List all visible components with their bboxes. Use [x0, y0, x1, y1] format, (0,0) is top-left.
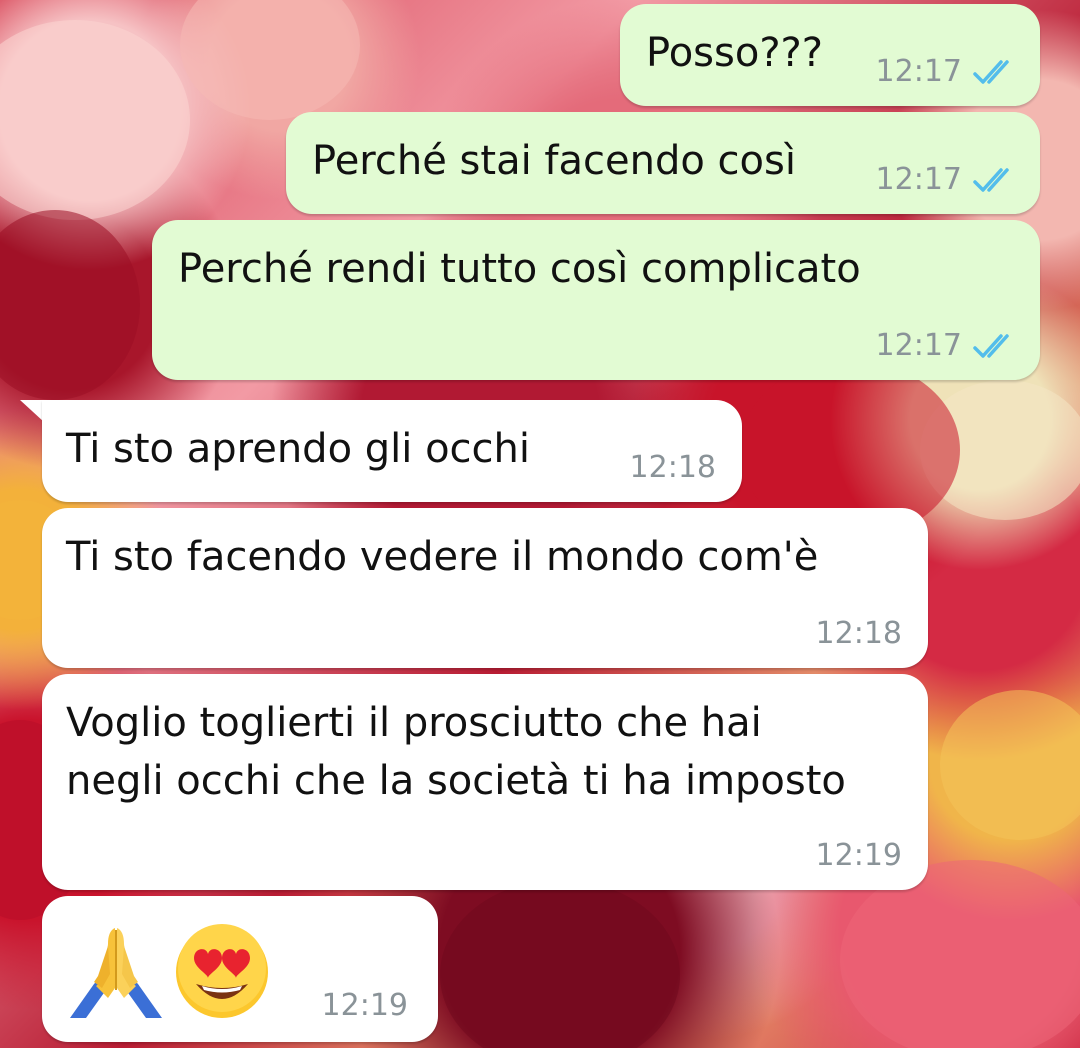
message-text-line: negli occhi che la società ti ha imposto	[66, 758, 846, 804]
message-meta: 12:18	[630, 450, 716, 486]
message-text: Ti sto aprendo gli occhi	[66, 426, 531, 472]
message-meta: 12:18	[816, 616, 902, 652]
message-time: 12:17	[875, 162, 962, 197]
message-time: 12:17	[875, 54, 962, 89]
message-text: Ti sto facendo vedere il mondo com'è	[66, 534, 819, 580]
message-meta: 12:17	[876, 328, 1018, 364]
message-bubble-incoming[interactable]: 12:19	[42, 896, 438, 1042]
message-bubble-outgoing[interactable]: Perché rendi tutto così complicato 12:17	[152, 220, 1040, 380]
message-bubble-outgoing[interactable]: Perché stai facendo così 12:17	[286, 112, 1040, 214]
message-meta: 12:19	[816, 838, 902, 874]
wallpaper-flower	[180, 0, 360, 120]
message-text: Perché rendi tutto così complicato	[178, 246, 861, 292]
message-text: Perché stai facendo così	[312, 138, 796, 184]
message-time: 12:19	[815, 838, 902, 873]
message-meta: 12:17	[876, 54, 1018, 90]
message-bubble-incoming[interactable]: Voglio toglierti il prosciutto che hai n…	[42, 674, 928, 890]
message-bubble-outgoing[interactable]: Posso??? 12:17	[620, 4, 1040, 106]
bubble-tail	[20, 400, 44, 422]
message-time: 12:19	[321, 988, 408, 1023]
wallpaper-flower	[0, 20, 190, 220]
wallpaper-flower	[440, 880, 680, 1048]
message-bubble-incoming[interactable]: Ti sto aprendo gli occhi 12:18	[42, 400, 742, 502]
double-check-read-icon	[973, 334, 1009, 358]
double-check-read-icon	[973, 60, 1009, 84]
wallpaper-flower	[0, 210, 140, 400]
message-meta: 12:19	[322, 988, 408, 1024]
message-time: 12:18	[815, 616, 902, 651]
message-meta: 12:17	[876, 162, 1018, 198]
smiling-face-with-heart-eyes-emoji-icon	[176, 924, 268, 1018]
message-text-line: Voglio toglierti il prosciutto che hai	[66, 700, 762, 746]
double-check-read-icon	[973, 168, 1009, 192]
message-time: 12:17	[875, 328, 962, 363]
wallpaper-flower	[940, 690, 1080, 840]
message-time: 12:18	[629, 450, 716, 485]
message-text: Posso???	[646, 30, 824, 76]
emoji-row	[64, 918, 272, 1022]
folded-hands-emoji-icon	[70, 928, 162, 1018]
message-bubble-incoming[interactable]: Ti sto facendo vedere il mondo com'è 12:…	[42, 508, 928, 668]
